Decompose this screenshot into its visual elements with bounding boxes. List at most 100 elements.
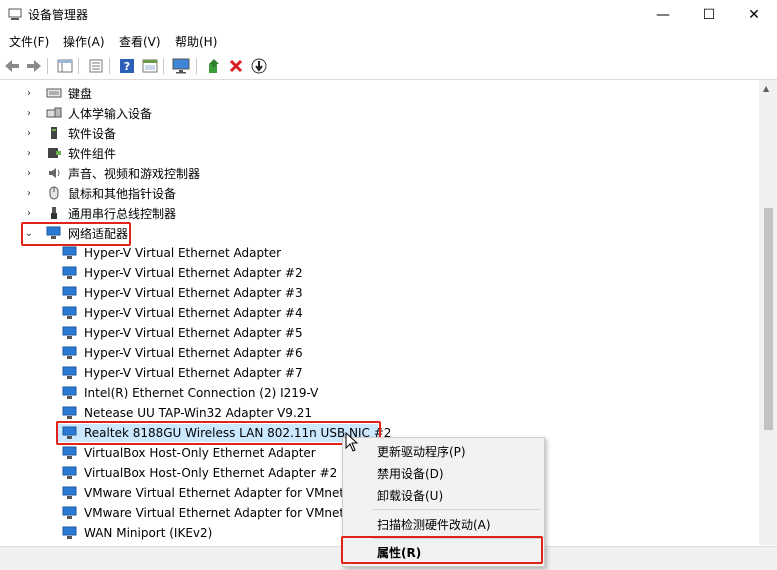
tree-view-icon[interactable] [56, 57, 74, 75]
adapter-item[interactable]: Hyper-V Virtual Ethernet Adapter #3 [62, 283, 303, 303]
highlight-properties [341, 536, 543, 564]
adapter-item[interactable]: Hyper-V Virtual Ethernet Adapter #5 [62, 323, 303, 343]
network-adapter-icon [62, 466, 77, 479]
adapter-item[interactable]: Intel(R) Ethernet Connection (2) I219-V [62, 383, 318, 403]
menu-action[interactable]: 操作(A) [63, 33, 105, 50]
highlight-selected-adapter [56, 421, 381, 445]
adapter-item[interactable]: Netease UU TAP-Win32 Adapter V9.21 [62, 403, 312, 423]
tree-item-software-component[interactable]: › 软件组件 [24, 143, 116, 163]
adapter-label: Hyper-V Virtual Ethernet Adapter #7 [84, 366, 303, 380]
tree-item-mouse[interactable]: › 鼠标和其他指针设备 [24, 183, 176, 203]
adapter-item[interactable]: VMware Virtual Ethernet Adapter for VMne… [62, 483, 352, 503]
adapter-label: VirtualBox Host-Only Ethernet Adapter #2 [84, 466, 338, 480]
adapter-item[interactable]: Hyper-V Virtual Ethernet Adapter #7 [62, 363, 303, 383]
svg-text:?: ? [124, 60, 130, 73]
properties-icon[interactable] [87, 57, 105, 75]
adapter-item[interactable]: Hyper-V Virtual Ethernet Adapter #6 [62, 343, 303, 363]
adapter-label: WAN Miniport (IKEv2) [84, 526, 213, 540]
mouse-cursor-icon [345, 432, 359, 452]
adapter-item[interactable]: Hyper-V Virtual Ethernet Adapter #4 [62, 303, 303, 323]
back-icon[interactable] [3, 57, 21, 75]
menu-update-driver[interactable]: 更新驱动程序(P) [343, 440, 542, 462]
menu-view[interactable]: 查看(V) [119, 33, 161, 50]
adapter-label: Hyper-V Virtual Ethernet Adapter #5 [84, 326, 303, 340]
help-icon[interactable]: ? [118, 57, 136, 75]
menu-separator [373, 509, 541, 510]
adapter-label: Hyper-V Virtual Ethernet Adapter #3 [84, 286, 303, 300]
chevron-right-icon[interactable]: › [24, 108, 34, 119]
tree-item-hid[interactable]: › 人体学输入设备 [24, 103, 152, 123]
update-driver-icon[interactable] [205, 57, 223, 75]
menu-disable-device[interactable]: 禁用设备(D) [343, 462, 542, 484]
adapter-item[interactable]: VirtualBox Host-Only Ethernet Adapter #2 [62, 463, 337, 483]
network-adapter-icon [62, 446, 77, 459]
speaker-icon [49, 168, 60, 178]
tree-item-label: 鼠标和其他指针设备 [68, 186, 177, 201]
chevron-right-icon[interactable]: › [24, 148, 34, 159]
close-button[interactable]: ✕ [731, 0, 777, 30]
software-device-icon [51, 127, 57, 139]
adapter-label: VMware Virtual Ethernet Adapter for VMne… [84, 506, 352, 520]
chevron-right-icon[interactable]: › [24, 188, 34, 199]
menu-help[interactable]: 帮助(H) [175, 33, 217, 50]
network-adapter-icon [62, 526, 77, 539]
mouse-icon [49, 186, 59, 200]
adapter-label: Hyper-V Virtual Ethernet Adapter #6 [84, 346, 303, 360]
adapter-label: VMware Virtual Ethernet Adapter for VMne… [84, 486, 352, 500]
adapter-item[interactable]: VMware Virtual Ethernet Adapter for VMne… [62, 503, 352, 523]
tree-item-software-device[interactable]: › 软件设备 [24, 123, 116, 143]
menu-bar: 文件(F) 操作(A) 查看(V) 帮助(H) [0, 31, 777, 53]
scroll-up-icon[interactable]: ▲ [763, 84, 769, 93]
menu-file[interactable]: 文件(F) [9, 33, 49, 50]
adapter-label: VirtualBox Host-Only Ethernet Adapter [84, 446, 316, 460]
adapter-item[interactable]: Hyper-V Virtual Ethernet Adapter #2 [62, 263, 303, 283]
tree-item-label: 键盘 [68, 86, 93, 101]
hid-icon [46, 107, 62, 118]
chevron-right-icon[interactable]: › [24, 168, 34, 179]
network-adapter-icon [62, 506, 77, 519]
adapter-item[interactable]: Hyper-V Virtual Ethernet Adapter [62, 243, 281, 263]
software-component-icon [48, 148, 61, 158]
network-adapter-icon [62, 346, 77, 359]
chevron-right-icon[interactable]: › [24, 208, 34, 219]
toolbar-separator [196, 58, 197, 74]
monitor-icon[interactable] [172, 57, 190, 75]
toolbar-separator [163, 58, 164, 74]
network-adapter-icon [62, 406, 77, 419]
tree-item-label: 声音、视频和游戏控制器 [68, 166, 201, 181]
chevron-right-icon[interactable]: › [24, 128, 34, 139]
title-bar: 设备管理器 — ☐ ✕ [0, 0, 777, 30]
adapter-label: Intel(R) Ethernet Connection (2) I219-V [84, 386, 319, 400]
details-icon[interactable] [141, 57, 159, 75]
network-adapter-icon [62, 486, 77, 499]
tree-item-keyboard[interactable]: › 键盘 [24, 83, 92, 103]
tree-item-label: 通用串行总线控制器 [68, 206, 177, 221]
toolbar-separator [109, 58, 110, 74]
chevron-right-icon[interactable]: › [24, 88, 34, 99]
adapter-label: Hyper-V Virtual Ethernet Adapter #2 [84, 266, 303, 280]
toolbar: ? [0, 53, 777, 80]
toolbar-separator [78, 58, 79, 74]
network-adapter-icon [62, 266, 77, 279]
tree-item-label: 软件组件 [68, 146, 117, 161]
adapter-item[interactable]: VirtualBox Host-Only Ethernet Adapter [62, 443, 316, 463]
minimize-button[interactable]: — [640, 0, 686, 30]
adapter-item[interactable]: WAN Miniport (IKEv2) [62, 523, 212, 543]
network-adapter-icon [62, 326, 77, 339]
vertical-scrollbar[interactable]: ▲ [759, 80, 777, 545]
tree-item-label: 软件设备 [68, 126, 117, 141]
tree-item-sound[interactable]: › 声音、视频和游戏控制器 [24, 163, 200, 183]
forward-icon[interactable] [25, 57, 43, 75]
network-adapter-icon [62, 386, 77, 399]
scrollbar-thumb[interactable] [764, 208, 773, 430]
menu-scan-hardware[interactable]: 扫描检测硬件改动(A) [343, 513, 542, 535]
tree-item-usb[interactable]: › 通用串行总线控制器 [24, 203, 176, 223]
network-adapter-icon [62, 366, 77, 379]
menu-uninstall-device[interactable]: 卸载设备(U) [343, 484, 542, 506]
uninstall-icon[interactable] [227, 57, 245, 75]
tree-item-label: 人体学输入设备 [68, 106, 153, 121]
download-icon[interactable] [250, 57, 268, 75]
network-adapter-icon [62, 246, 77, 259]
window-title: 设备管理器 [28, 8, 89, 22]
maximize-button[interactable]: ☐ [686, 0, 732, 30]
